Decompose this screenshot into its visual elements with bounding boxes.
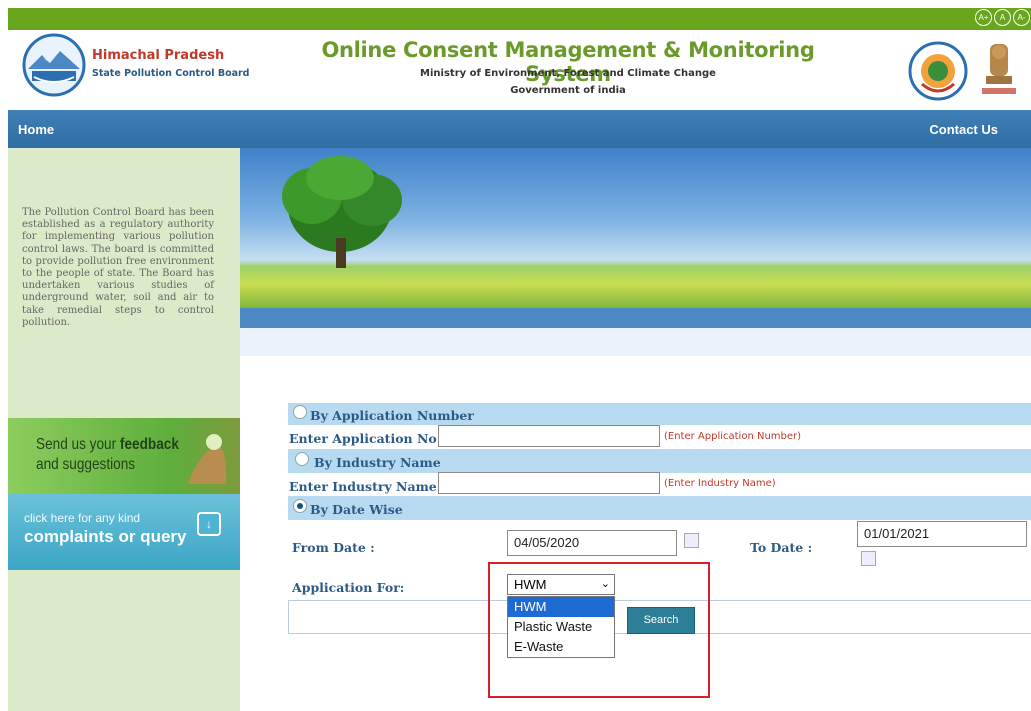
radio-by-date[interactable]: [293, 499, 307, 513]
org-subtitle: State Pollution Control Board: [92, 68, 250, 79]
industry-input[interactable]: [438, 472, 660, 494]
app-number-input[interactable]: [438, 425, 660, 447]
radio-by-app-number[interactable]: [293, 405, 307, 419]
application-for-label: Application For:: [292, 580, 405, 595]
to-date-input[interactable]: 01/01/2021: [857, 521, 1027, 547]
from-date-label: From Date :: [292, 540, 375, 555]
feedback-banner[interactable]: Send us your feedback and suggestions: [8, 418, 240, 494]
complaints-banner[interactable]: click here for any kind complaints or qu…: [8, 494, 240, 570]
board-logo-icon: [22, 33, 86, 97]
ministry-line: Ministry of Environment, Forest and Clim…: [420, 68, 716, 79]
feedback-suggestions-text: and suggestions: [36, 456, 136, 473]
industry-hint: (Enter Industry Name): [664, 478, 776, 489]
hands-icon: [188, 434, 227, 484]
to-calendar-icon[interactable]: [861, 551, 876, 566]
by-date-label: By Date Wise: [310, 502, 403, 517]
banner-strip: [240, 308, 1031, 328]
by-app-number-label: By Application Number: [310, 408, 474, 423]
by-industry-label: By Industry Name: [314, 455, 441, 470]
from-date-input[interactable]: 04/05/2020: [507, 530, 677, 556]
complaints-small-text: click here for any kind: [24, 511, 141, 525]
complaints-main-text: complaints or query: [24, 527, 187, 546]
nav-home-link[interactable]: Home: [18, 122, 54, 137]
tree-landscape-icon: [282, 156, 402, 268]
hero-banner: [240, 148, 1031, 308]
from-calendar-icon[interactable]: [684, 533, 699, 548]
radio-by-industry[interactable]: [295, 452, 309, 466]
swachh-logo-icon: [908, 41, 968, 101]
font-normal-button[interactable]: A: [994, 9, 1011, 26]
feedback-bold-text: feedback: [119, 436, 179, 453]
government-line: Government of india: [510, 85, 626, 96]
app-no-label: Enter Application No:: [289, 431, 442, 446]
org-name: Himachal Pradesh: [92, 48, 225, 63]
feedback-text: Send us your: [36, 436, 120, 453]
divider-left: [288, 600, 289, 634]
nav-bar: Home Contact Us: [8, 110, 1031, 148]
industry-label: Enter Industry Name:: [289, 479, 442, 494]
nav-contact-link[interactable]: Contact Us: [929, 122, 998, 137]
top-bar: [8, 8, 1031, 30]
font-increase-button[interactable]: A+: [975, 9, 992, 26]
app-number-hint: (Enter Application Number): [664, 431, 802, 442]
about-text: The Pollution Control Board has been est…: [22, 207, 214, 328]
content-spacer: [240, 328, 1031, 356]
highlight-box: [488, 562, 710, 698]
to-date-label: To Date :: [750, 540, 813, 555]
arrow-down-icon: ↓: [197, 512, 221, 536]
national-emblem-icon: [982, 44, 1016, 94]
font-decrease-button[interactable]: A-: [1013, 9, 1030, 26]
